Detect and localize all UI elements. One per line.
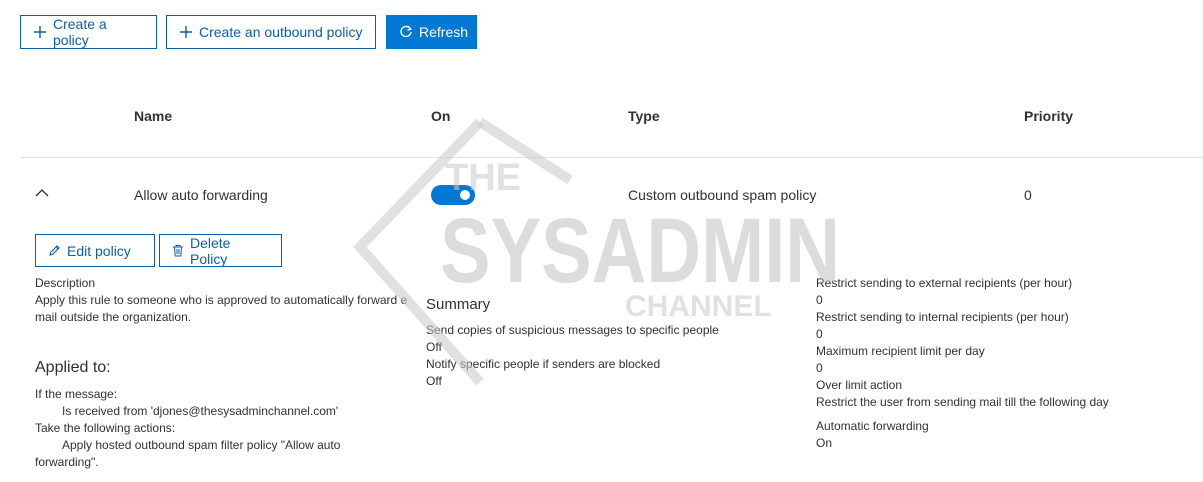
if-message-label: If the message: [35, 387, 118, 401]
watermark-line-3: CHANNEL [625, 290, 772, 323]
add-icon [33, 25, 47, 39]
create-outbound-policy-button[interactable]: Create an outbound policy [166, 15, 376, 49]
external-limit-value: 0 [816, 293, 823, 307]
refresh-button[interactable]: Refresh [386, 15, 477, 49]
auto-forwarding-label: Automatic forwarding [816, 419, 929, 433]
policy-on-toggle[interactable] [431, 185, 475, 205]
applied-to-heading: Applied to: [35, 359, 111, 376]
policy-priority: 0 [1024, 187, 1032, 203]
policy-type: Custom outbound spam policy [628, 187, 817, 203]
internal-limit-label: Restrict sending to internal recipients … [816, 310, 1069, 324]
max-recipient-value: 0 [816, 361, 823, 375]
received-from-condition: Is received from 'djones@thesysadminchan… [62, 404, 339, 418]
edit-policy-button[interactable]: Edit policy [35, 234, 155, 267]
over-limit-value: Restrict the user from sending mail till… [816, 395, 1109, 409]
max-recipient-label: Maximum recipient limit per day [816, 344, 985, 358]
trash-icon [172, 244, 184, 257]
policy-name: Allow auto forwarding [134, 187, 268, 203]
action-line-2: forwarding". [35, 455, 99, 469]
delete-policy-label: Delete Policy [190, 234, 231, 267]
watermark-line-2: SYSADMIN [440, 200, 840, 302]
description-text: Apply this rule to someone who is approv… [35, 293, 408, 324]
description-label: Description [35, 276, 96, 290]
column-header-on[interactable]: On [431, 108, 450, 124]
auto-forwarding-value: On [816, 436, 833, 450]
create-policy-label: Create a policy [53, 16, 107, 48]
action-line-1: Apply hosted outbound spam filter policy… [62, 438, 341, 452]
external-limit-label: Restrict sending to external recipients … [816, 276, 1073, 290]
send-copies-label: Send copies of suspicious messages to sp… [426, 323, 719, 337]
chevron-up-icon[interactable] [35, 188, 49, 198]
pencil-icon [48, 244, 61, 257]
header-divider [20, 157, 1203, 158]
column-header-name[interactable]: Name [134, 108, 172, 124]
column-header-priority[interactable]: Priority [1024, 108, 1073, 124]
refresh-icon [399, 25, 413, 39]
summary-heading: Summary [426, 296, 491, 313]
notify-value: Off [426, 374, 442, 388]
create-outbound-policy-label: Create an outbound policy [199, 24, 363, 40]
column-header-type[interactable]: Type [628, 108, 660, 124]
refresh-label: Refresh [419, 24, 469, 40]
create-policy-button[interactable]: Create a policy [20, 15, 157, 49]
send-copies-value: Off [426, 340, 442, 354]
edit-policy-label: Edit policy [67, 242, 131, 259]
add-icon [179, 25, 193, 39]
notify-label: Notify specific people if senders are bl… [426, 357, 661, 371]
toggle-knob [460, 190, 470, 200]
internal-limit-value: 0 [816, 327, 823, 341]
over-limit-label: Over limit action [816, 378, 903, 392]
take-actions-label: Take the following actions: [35, 421, 176, 435]
delete-policy-button[interactable]: Delete Policy [159, 234, 282, 267]
